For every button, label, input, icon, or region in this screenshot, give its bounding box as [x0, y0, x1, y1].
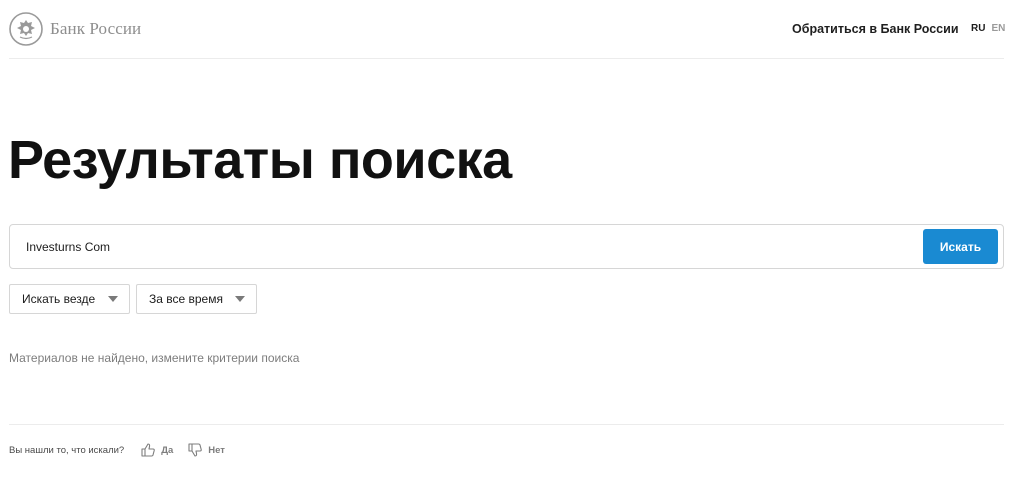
filter-scope-label: Искать везде — [22, 292, 96, 306]
feedback-no-button[interactable]: Нет — [187, 442, 225, 458]
chevron-down-icon — [108, 296, 118, 302]
thumbs-down-icon — [188, 443, 203, 457]
logo-text: Банк России — [50, 19, 142, 38]
divider — [9, 424, 1004, 425]
feedback-yes-label: Да — [161, 444, 174, 456]
site-header: Банк России Обратиться в Банк России RU … — [9, 0, 1005, 59]
filter-period-label: За все время — [149, 292, 223, 306]
filter-period-select[interactable]: За все время — [136, 284, 257, 314]
feedback-bar: Вы нашли то, что искали? Да Нет — [9, 442, 239, 458]
page: Банк России Обратиться в Банк России RU … — [0, 0, 1024, 492]
lang-ru[interactable]: RU — [971, 23, 985, 34]
no-results-message: Материалов не найдено, измените критерии… — [9, 351, 300, 365]
search-button[interactable]: Искать — [923, 229, 998, 264]
chevron-down-icon — [235, 296, 245, 302]
feedback-no-label: Нет — [208, 444, 225, 456]
contact-bank-link[interactable]: Обратиться в Банк России — [792, 22, 959, 36]
lang-en[interactable]: EN — [991, 23, 1005, 34]
search-box: Искать — [9, 224, 1004, 269]
feedback-question: Вы нашли то, что искали? — [9, 444, 125, 456]
page-title: Результаты поиска — [8, 130, 512, 190]
thumbs-up-icon — [141, 443, 156, 457]
search-input[interactable] — [26, 236, 906, 258]
feedback-yes-button[interactable]: Да — [140, 442, 173, 458]
filter-scope-select[interactable]: Искать везде — [9, 284, 130, 314]
logo-link[interactable]: Банк России — [9, 12, 141, 46]
language-switcher: RU EN — [971, 23, 1005, 34]
bank-emblem-icon — [9, 12, 43, 46]
